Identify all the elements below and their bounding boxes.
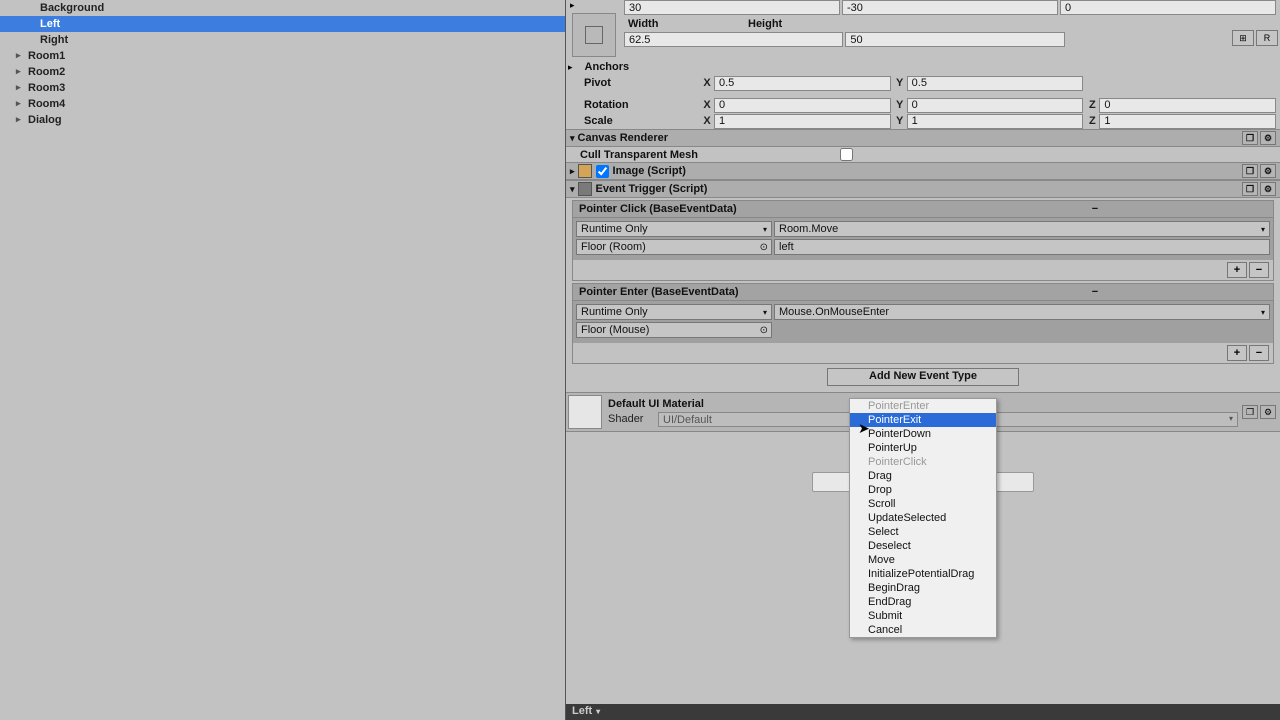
width-input[interactable]: [624, 32, 843, 47]
foldout-icon[interactable]: ▾: [570, 184, 575, 195]
hierarchy-item-right[interactable]: Right: [0, 32, 565, 48]
canvas-renderer-header[interactable]: ▾ Canvas Renderer ❐ ⚙: [566, 129, 1280, 147]
function-dropdown[interactable]: Room.Move: [774, 221, 1270, 237]
remove-event-button[interactable]: −: [923, 203, 1267, 215]
menu-init-drag[interactable]: InitializePotentialDrag: [850, 567, 996, 581]
hierarchy-item-room2[interactable]: Room2: [0, 64, 565, 80]
menu-pointer-click: PointerClick: [850, 455, 996, 469]
height-input[interactable]: [845, 32, 1064, 47]
pivot-label: Pivot: [580, 77, 700, 89]
add-listener-button[interactable]: +: [1227, 262, 1247, 278]
cull-mesh-label: Cull Transparent Mesh: [580, 149, 840, 161]
pivot-x-input[interactable]: [714, 76, 891, 91]
menu-drop[interactable]: Drop: [850, 483, 996, 497]
raw-edit-button[interactable]: R: [1256, 30, 1278, 46]
menu-pointer-exit[interactable]: PointerExit: [850, 413, 996, 427]
add-listener-button[interactable]: +: [1227, 345, 1247, 361]
component-menu-button[interactable]: ⚙: [1260, 131, 1276, 145]
anchors-foldout-icon[interactable]: ▸: [568, 62, 573, 73]
add-event-type-button[interactable]: Add New Event Type: [827, 368, 1019, 386]
argument-field[interactable]: left: [774, 239, 1270, 255]
scale-y-input[interactable]: [907, 114, 1084, 129]
menu-update-selected[interactable]: UpdateSelected: [850, 511, 996, 525]
anchors-label: Anchors: [575, 61, 695, 73]
menu-begin-drag[interactable]: BeginDrag: [850, 581, 996, 595]
component-menu-button[interactable]: ⚙: [1260, 182, 1276, 196]
rot-x-input[interactable]: [714, 98, 891, 113]
image-enabled-checkbox[interactable]: [596, 165, 609, 178]
foldout-icon[interactable]: ▾: [570, 133, 575, 144]
menu-scroll[interactable]: Scroll: [850, 497, 996, 511]
menu-move[interactable]: Move: [850, 553, 996, 567]
image-icon: [578, 164, 592, 178]
scale-label: Scale: [580, 115, 700, 127]
component-help-button[interactable]: ❐: [1242, 164, 1258, 178]
material-menu-button[interactable]: ⚙: [1260, 405, 1276, 419]
remove-listener-button[interactable]: −: [1249, 345, 1269, 361]
material-preview: [568, 395, 602, 429]
blueprint-mode-button[interactable]: ⊞: [1232, 30, 1254, 46]
function-dropdown[interactable]: Mouse.OnMouseEnter: [774, 304, 1270, 320]
bottom-status-bar[interactable]: Left: [566, 704, 1280, 720]
rect-foldout-icon[interactable]: ▸: [570, 0, 622, 11]
pointer-enter-event: Pointer Enter (BaseEventData)− Runtime O…: [572, 283, 1274, 364]
menu-pointer-enter: PointerEnter: [850, 399, 996, 413]
menu-select[interactable]: Select: [850, 525, 996, 539]
height-label: Height: [744, 18, 1276, 30]
scale-x-input[interactable]: [714, 114, 891, 129]
component-menu-button[interactable]: ⚙: [1260, 164, 1276, 178]
call-state-dropdown[interactable]: Runtime Only: [576, 304, 772, 320]
pos-z-input[interactable]: [1060, 0, 1276, 15]
hierarchy-item-dialog[interactable]: Dialog: [0, 112, 565, 128]
component-help-button[interactable]: ❐: [1242, 182, 1258, 196]
event-trigger-header[interactable]: ▾ Event Trigger (Script) ❐ ⚙: [566, 180, 1280, 198]
menu-drag[interactable]: Drag: [850, 469, 996, 483]
menu-deselect[interactable]: Deselect: [850, 539, 996, 553]
menu-end-drag[interactable]: EndDrag: [850, 595, 996, 609]
foldout-icon[interactable]: ▸: [570, 166, 575, 177]
remove-listener-button[interactable]: −: [1249, 262, 1269, 278]
cull-mesh-checkbox[interactable]: [840, 148, 853, 161]
script-icon: [578, 182, 592, 196]
rotation-label: Rotation: [580, 99, 700, 111]
pivot-y-input[interactable]: [907, 76, 1084, 91]
hierarchy-item-background[interactable]: Background: [0, 0, 565, 16]
event-type-context-menu: PointerEnter PointerExit PointerDown Poi…: [849, 398, 997, 638]
width-label: Width: [624, 18, 744, 30]
menu-cancel[interactable]: Cancel: [850, 623, 996, 637]
material-help-button[interactable]: ❐: [1242, 405, 1258, 419]
pos-y-input[interactable]: [842, 0, 1058, 15]
call-state-dropdown[interactable]: Runtime Only: [576, 221, 772, 237]
hierarchy-item-room3[interactable]: Room3: [0, 80, 565, 96]
menu-submit[interactable]: Submit: [850, 609, 996, 623]
hierarchy-item-left[interactable]: Left: [0, 16, 565, 32]
pointer-click-event: Pointer Click (BaseEventData)− Runtime O…: [572, 200, 1274, 281]
anchor-preset-widget[interactable]: [572, 13, 616, 57]
target-object-field[interactable]: Floor (Room): [576, 239, 772, 255]
image-component-header[interactable]: ▸ Image (Script) ❐ ⚙: [566, 162, 1280, 180]
menu-pointer-down[interactable]: PointerDown: [850, 427, 996, 441]
pos-x-input[interactable]: [624, 0, 840, 15]
menu-pointer-up[interactable]: PointerUp: [850, 441, 996, 455]
hierarchy-panel: Background Left Right Room1 Room2 Room3 …: [0, 0, 566, 720]
hierarchy-item-room1[interactable]: Room1: [0, 48, 565, 64]
scale-z-input[interactable]: [1099, 114, 1276, 129]
hierarchy-item-room4[interactable]: Room4: [0, 96, 565, 112]
remove-event-button[interactable]: −: [923, 286, 1267, 298]
target-object-field[interactable]: Floor (Mouse): [576, 322, 772, 338]
rot-z-input[interactable]: [1099, 98, 1276, 113]
component-help-button[interactable]: ❐: [1242, 131, 1258, 145]
rot-y-input[interactable]: [907, 98, 1084, 113]
